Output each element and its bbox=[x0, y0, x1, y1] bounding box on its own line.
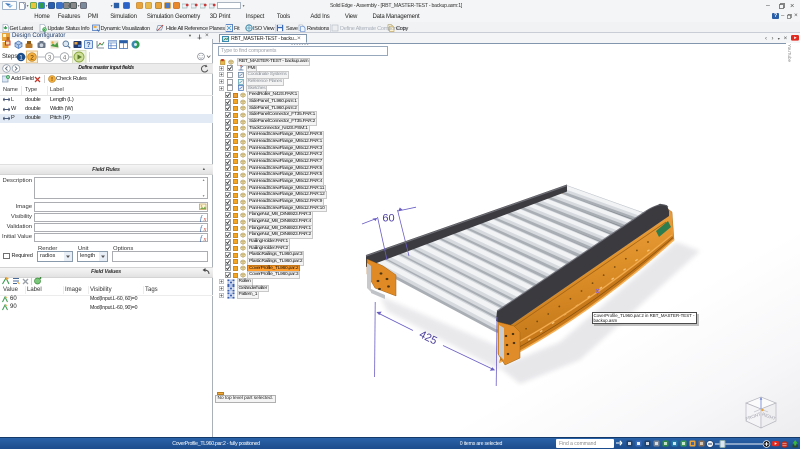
svg-text:x: x bbox=[202, 237, 206, 242]
svg-text:f: f bbox=[200, 234, 203, 242]
svg-text:3: 3 bbox=[48, 54, 52, 61]
svg-text:x: x bbox=[202, 227, 206, 232]
svg-text:f: f bbox=[200, 224, 203, 232]
svg-text:x: x bbox=[202, 217, 206, 222]
svg-text:1: 1 bbox=[19, 54, 23, 61]
svg-text:60: 60 bbox=[382, 213, 394, 225]
svg-text:?: ? bbox=[86, 42, 90, 49]
svg-text:!: ! bbox=[51, 77, 53, 83]
svg-text:f: f bbox=[200, 214, 203, 222]
svg-text:4: 4 bbox=[63, 54, 67, 61]
svg-text:2: 2 bbox=[30, 54, 34, 61]
